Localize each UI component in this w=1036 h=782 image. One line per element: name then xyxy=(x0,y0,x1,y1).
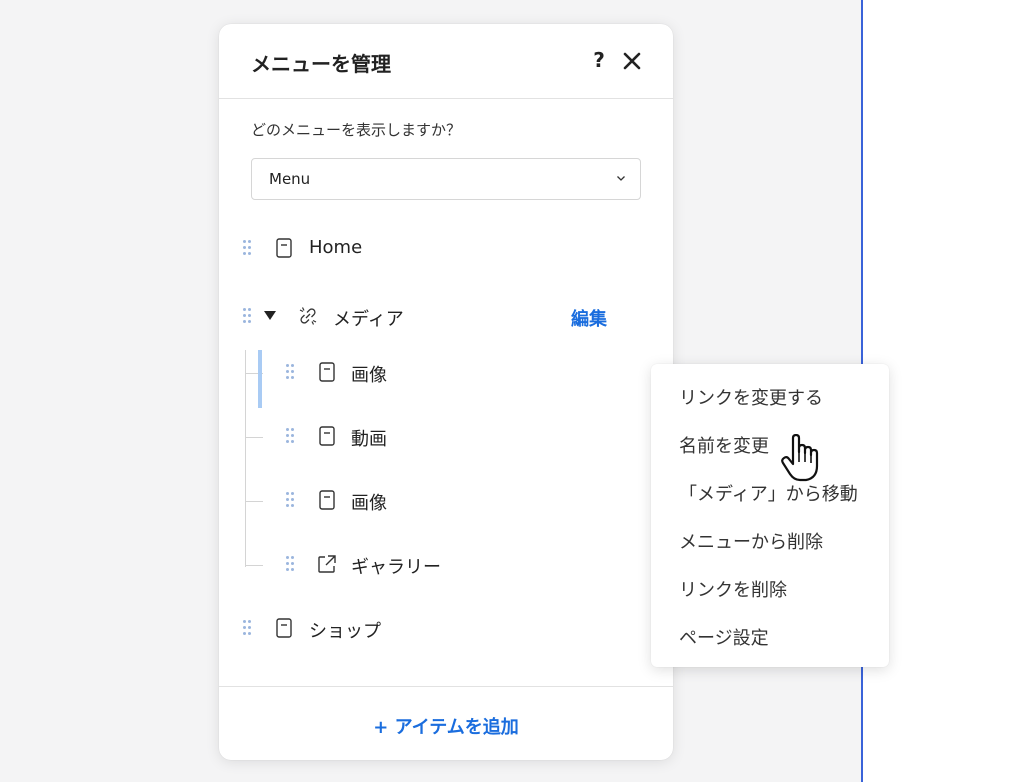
hand-cursor-icon xyxy=(781,434,819,482)
drag-handle-icon[interactable] xyxy=(286,364,294,380)
close-icon xyxy=(623,52,641,70)
caret-down-icon[interactable] xyxy=(264,311,276,321)
drag-handle-icon[interactable] xyxy=(286,492,294,508)
page-icon xyxy=(319,490,335,510)
page-icon xyxy=(276,238,292,258)
context-menu-item-rename[interactable]: 名前を変更 xyxy=(679,432,769,458)
context-menu-item-page-settings[interactable]: ページ設定 xyxy=(679,624,769,650)
tree-connector xyxy=(245,565,263,566)
menu-item-shop[interactable]: ショップ xyxy=(219,608,673,648)
page-icon xyxy=(319,362,335,382)
menu-item-image[interactable]: 画像 xyxy=(267,352,667,392)
menu-item-gallery[interactable]: ギャラリー xyxy=(267,544,667,584)
menu-item-label: ギャラリー xyxy=(351,557,441,578)
context-menu: リンクを変更する 名前を変更 「メディア」から移動 メニューから削除 リンクを削… xyxy=(651,364,889,667)
menu-item-home[interactable]: Home xyxy=(219,228,673,268)
menu-select-value: Menu xyxy=(269,170,311,188)
menu-item-label: Home xyxy=(309,237,363,258)
edit-link[interactable]: 編集 xyxy=(571,305,607,331)
chevron-down-icon xyxy=(617,176,625,181)
panel-header: メニューを管理 ? xyxy=(219,24,673,99)
selection-indicator xyxy=(258,350,262,408)
drag-handle-icon[interactable] xyxy=(243,620,251,636)
manage-menu-panel: メニューを管理 ? どのメニューを表示しますか？ Menu Home メディア … xyxy=(219,24,673,760)
menu-item-label: 画像 xyxy=(351,493,387,514)
tree-connector xyxy=(245,437,263,438)
context-menu-item-change-link[interactable]: リンクを変更する xyxy=(679,384,823,410)
close-button[interactable] xyxy=(621,48,643,74)
context-menu-item-move-out[interactable]: 「メディア」から移動 xyxy=(679,480,858,506)
drag-handle-icon[interactable] xyxy=(243,240,251,256)
menu-item-label: 動画 xyxy=(351,429,387,450)
menu-item-label: 画像 xyxy=(351,365,387,386)
menu-item-label: メディア xyxy=(333,309,404,330)
menu-item-image[interactable]: 画像 xyxy=(267,480,667,520)
context-menu-item-remove-from-menu[interactable]: メニューから削除 xyxy=(679,528,823,554)
menu-item-label: ショップ xyxy=(309,621,381,642)
panel-footer: + アイテムを追加 xyxy=(219,686,673,760)
tree-connector xyxy=(245,501,263,502)
page-icon xyxy=(319,426,335,446)
external-link-icon xyxy=(318,555,336,573)
drag-handle-icon[interactable] xyxy=(286,428,294,444)
context-menu-item-remove-link[interactable]: リンクを削除 xyxy=(679,576,787,602)
panel-title: メニューを管理 xyxy=(251,52,391,76)
link-broken-icon xyxy=(299,307,317,325)
menu-item-video[interactable]: 動画 xyxy=(267,416,667,456)
drag-handle-icon[interactable] xyxy=(286,556,294,572)
add-item-button[interactable]: + アイテムを追加 xyxy=(219,713,673,739)
menu-select[interactable]: Menu xyxy=(251,158,641,200)
help-button[interactable]: ? xyxy=(589,48,609,74)
tree-connector xyxy=(245,350,246,567)
drag-handle-icon[interactable] xyxy=(243,308,251,324)
page-icon xyxy=(276,618,292,638)
menu-question: どのメニューを表示しますか？ xyxy=(251,121,462,139)
